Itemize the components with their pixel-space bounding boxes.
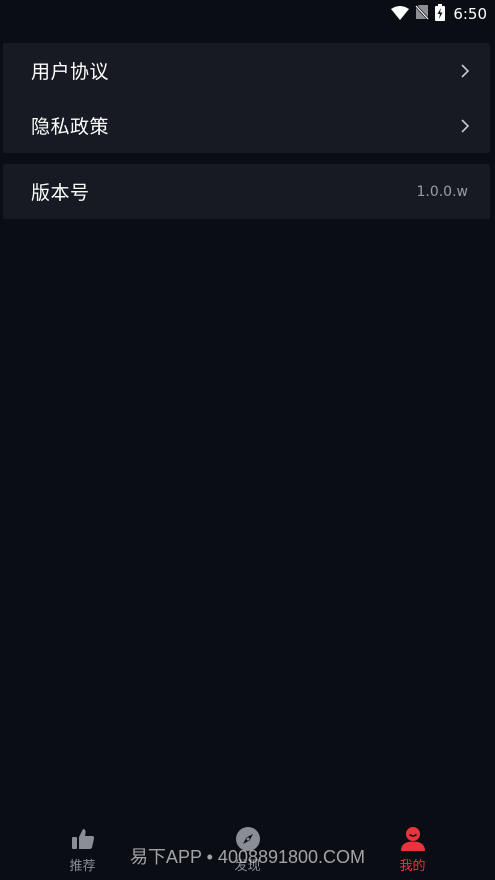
chevron-right-icon [460,63,470,79]
version-value: 1.0.0.w [416,183,468,200]
tab-recommend[interactable]: 推荐 [0,816,165,880]
no-sim-icon [415,4,430,24]
privacy-policy-label: 隐私政策 [31,116,110,138]
bottom-tab-bar: 推荐 发现 我的 [0,816,495,880]
user-agreement-item[interactable]: 用户协议 [3,43,490,98]
status-bar: 6:50 [0,0,495,28]
settings-list: 用户协议 隐私政策 版本号 1.0.0.w [3,43,490,219]
version-label: 版本号 [31,182,90,204]
tab-recommend-label: 推荐 [69,859,96,874]
chevron-right-icon [460,118,470,134]
tab-discover[interactable]: 发现 [165,816,330,880]
settings-group-version: 版本号 1.0.0.w [3,164,490,219]
user-agreement-label: 用户协议 [31,61,110,83]
privacy-policy-item[interactable]: 隐私政策 [3,98,490,153]
tab-mine-label: 我的 [399,859,426,874]
user-icon [400,826,426,852]
wifi-icon [391,5,410,24]
compass-icon [235,826,261,852]
battery-charging-icon [435,3,446,25]
tab-mine[interactable]: 我的 [330,816,495,880]
thumbs-up-icon [70,826,96,852]
version-item: 版本号 1.0.0.w [3,164,490,219]
tab-discover-label: 发现 [234,859,261,874]
status-time: 6:50 [453,5,487,23]
settings-group-legal: 用户协议 隐私政策 [3,43,490,153]
status-icons: 6:50 [391,3,487,25]
